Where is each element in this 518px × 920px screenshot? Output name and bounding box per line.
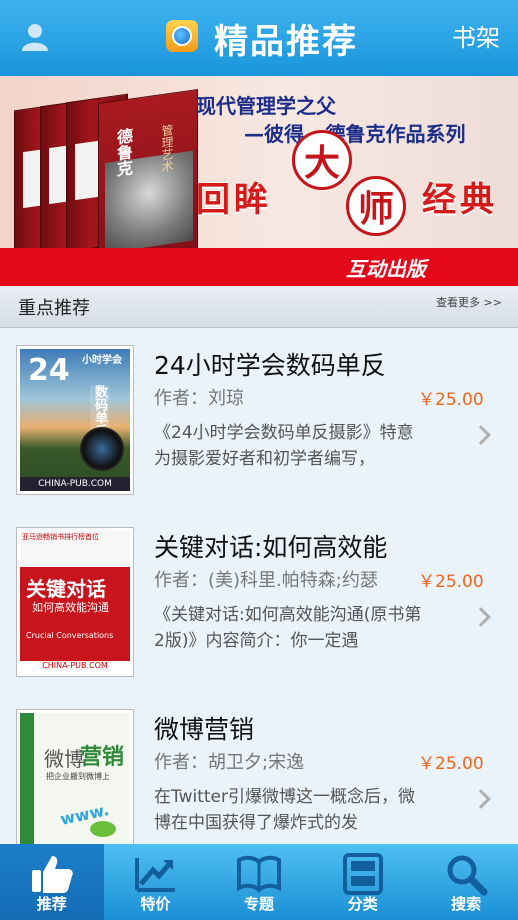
book-title: 关键对话:如何高效能 xyxy=(154,533,388,562)
section-header: 重点推荐 查看更多 >> xyxy=(0,286,518,328)
banner-book-cover: 德鲁克 管理艺术 xyxy=(98,88,198,272)
book-price: ￥25.00 xyxy=(418,572,484,592)
cover-footer: CHINA-PUB.COM xyxy=(20,477,130,491)
book-description: 《24小时学会数码单反摄影》特意为摄影爱好者和初学者编写， xyxy=(154,423,414,469)
cover-text: 小时学会 xyxy=(82,355,122,366)
list-item[interactable]: 24 小时学会 数码单反摄影 CHINA-PUB.COM 24小时学会数码单反 … xyxy=(0,328,518,510)
book-author: 作者：刘琼 xyxy=(154,388,244,409)
list-item[interactable]: 微博 营销 把企业搬到微博上 www. 微博营销 作者：胡卫夕;宋逸 ￥25.0… xyxy=(0,692,518,844)
tab-label: 特价 xyxy=(140,895,171,913)
cover-footer: CHINA-PUB.COM xyxy=(20,661,130,673)
slogan-char: 眸 xyxy=(234,180,268,220)
categories-icon xyxy=(342,853,383,895)
book-description: 在Twitter引爆微博这一概念后，微博在中国获得了爆炸式的发 xyxy=(154,787,415,833)
trend-arrow-icon xyxy=(135,858,176,892)
cover-text: 营销 xyxy=(80,745,125,770)
app-logo-icon xyxy=(166,20,198,52)
banner-cover-subtitle: 管理艺术 xyxy=(160,123,174,174)
book-title: 24小时学会数码单反 xyxy=(154,351,386,380)
chevron-right-icon[interactable] xyxy=(471,425,491,445)
banner-footer-bar xyxy=(0,248,518,286)
user-button[interactable] xyxy=(18,20,52,54)
tab-categories[interactable]: 分类 xyxy=(311,844,415,920)
tab-label: 专题 xyxy=(243,895,274,913)
cover-text: 把企业搬到微博上 xyxy=(46,772,110,781)
bookshelf-button[interactable]: 书架 xyxy=(452,18,500,53)
chevron-right-icon[interactable] xyxy=(471,789,491,809)
tab-label: 推荐 xyxy=(36,895,67,913)
tab-specials[interactable]: 特价 xyxy=(104,844,208,920)
book-cover: 微博 营销 把企业搬到微博上 www. xyxy=(16,709,134,844)
book-title: 微博营销 xyxy=(154,715,255,744)
page-title: 精品推荐 xyxy=(214,22,358,62)
slogan-char-circled: 师 xyxy=(346,176,406,236)
view-more-link[interactable]: 查看更多 >> xyxy=(436,294,502,310)
cover-text: Crucial Conversations xyxy=(26,631,114,640)
tab-topics[interactable]: 专题 xyxy=(207,844,311,920)
user-icon xyxy=(22,24,48,51)
search-icon xyxy=(447,855,488,896)
thumbs-up-icon xyxy=(31,856,73,893)
banner-publisher: 互动出版 xyxy=(346,257,426,281)
tab-bar: 推荐 特价 专题 分类 搜索 xyxy=(0,844,518,920)
book-list: 24 小时学会 数码单反摄影 CHINA-PUB.COM 24小时学会数码单反 … xyxy=(0,328,518,844)
cover-text: 24 xyxy=(28,353,70,388)
book-cover: 亚马逊畅销书排行榜首位 关键对话 如何高效能沟通 Crucial Convers… xyxy=(16,527,134,677)
cover-text: 微博 xyxy=(44,747,84,771)
tab-label: 搜索 xyxy=(451,895,482,913)
slogan-char-circled: 大 xyxy=(292,130,352,190)
open-book-icon xyxy=(236,855,281,893)
promo-banner[interactable]: 德鲁克 管理艺术 现代管理学之父 —彼得 · 德鲁克作品系列 回 眸 大 师 经… xyxy=(0,76,518,286)
book-cover: 24 小时学会 数码单反摄影 CHINA-PUB.COM xyxy=(16,345,134,495)
book-author: 作者：胡卫夕;宋逸 xyxy=(154,752,305,773)
camera-lens-image xyxy=(80,427,124,471)
top-bar: 精品推荐 书架 xyxy=(0,0,518,76)
mouse-image xyxy=(90,821,116,837)
cover-text: 关键对话 xyxy=(26,577,106,601)
slogan-char: 经 xyxy=(422,180,456,220)
banner-cover-title: 德鲁克 xyxy=(114,127,133,178)
slogan-char: 典 xyxy=(460,180,494,220)
book-description: 《关键对话:如何高效能沟通(原书第2版)》内容简介：你一定遇 xyxy=(154,605,422,651)
tab-recommend[interactable]: 推荐 xyxy=(0,844,104,920)
book-price: ￥25.00 xyxy=(418,390,484,410)
book-price: ￥25.00 xyxy=(418,754,484,774)
cover-text: 亚马逊畅销书排行榜首位 xyxy=(20,531,130,567)
section-title: 重点推荐 xyxy=(18,298,90,319)
list-item[interactable]: 亚马逊畅销书排行榜首位 关键对话 如何高效能沟通 Crucial Convers… xyxy=(0,510,518,692)
book-author: 作者：(美)科里.帕特森;约瑟 xyxy=(154,570,378,591)
slogan-char: 回 xyxy=(196,180,230,220)
banner-subheadline: —彼得 · 德鲁克作品系列 xyxy=(244,122,466,146)
tab-search[interactable]: 搜索 xyxy=(414,844,518,920)
banner-headline: 现代管理学之父 xyxy=(196,94,336,118)
tab-label: 分类 xyxy=(347,895,378,913)
cover-text: 如何高效能沟通 xyxy=(32,601,109,614)
chevron-right-icon[interactable] xyxy=(471,607,491,627)
